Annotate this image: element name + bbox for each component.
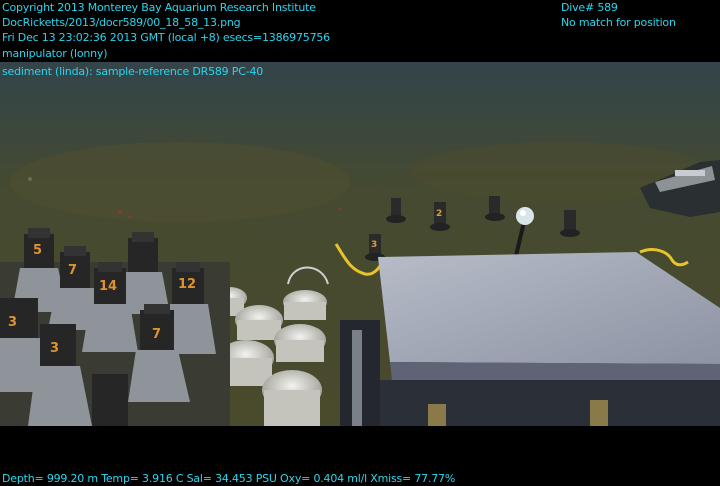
sample-cup xyxy=(274,324,326,362)
tube-label: 12 xyxy=(178,277,196,292)
tray-base xyxy=(376,380,720,426)
position-status-text: No match for position xyxy=(561,16,676,29)
tube-label: 7 xyxy=(152,327,161,342)
tube-label: 5 xyxy=(33,243,42,258)
dive-number-text: Dive# 589 xyxy=(561,1,618,14)
telemetry-text: Depth= 999.20 m Temp= 3.916 C Sal= 34.45… xyxy=(2,472,456,485)
seafloor-camera-view: 2 3 5 7 14 12 7 3 3 xyxy=(0,62,720,426)
sample-cup xyxy=(262,370,322,426)
tube-label: 14 xyxy=(99,279,117,294)
file-path-text: DocRicketts/2013/docr589/00_18_58_13.png xyxy=(2,16,241,29)
tray-latch xyxy=(590,400,608,426)
copyright-text: Copyright 2013 Monterey Bay Aquarium Res… xyxy=(2,1,316,14)
sample-note-text: sediment (linda): sample-reference DR589… xyxy=(2,65,264,78)
tube-label: 3 xyxy=(50,341,59,356)
tray-front-edge xyxy=(390,362,720,382)
tube-label: 7 xyxy=(68,263,77,278)
sediment-speck xyxy=(28,177,32,181)
sediment-patch xyxy=(10,142,350,222)
timestamp-text: Fri Dec 13 23:02:36 2013 GMT (local +8) … xyxy=(2,31,330,44)
tray-rail-highlight xyxy=(352,330,362,426)
manipulator-text: manipulator (lonny) xyxy=(2,47,108,60)
sediment-speck xyxy=(128,215,132,219)
core-label: 2 xyxy=(436,209,442,219)
core-tube xyxy=(92,374,128,426)
tray-latch xyxy=(428,404,446,426)
sediment-speck xyxy=(118,210,122,214)
tube-label: 3 xyxy=(8,315,17,330)
core-label: 3 xyxy=(371,240,377,250)
sediment-speck xyxy=(338,207,342,211)
sample-cup xyxy=(283,290,327,320)
